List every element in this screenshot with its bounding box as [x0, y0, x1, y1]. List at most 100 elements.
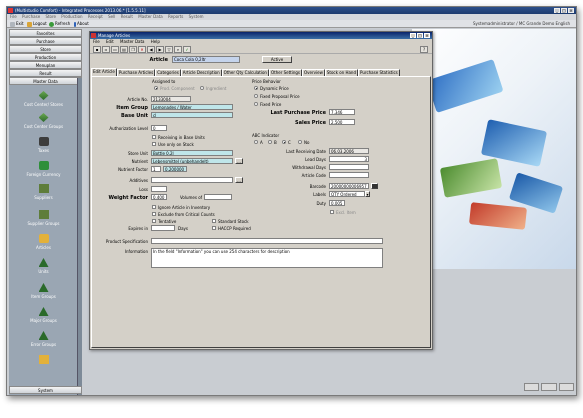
- sidebar-header-purchase[interactable]: Purchase: [9, 37, 82, 45]
- barcode-field[interactable]: 20000000006957: [329, 183, 369, 189]
- ignore-inventory-checkbox[interactable]: [152, 205, 156, 209]
- duty-field[interactable]: 0.005: [329, 200, 345, 206]
- abc-no-radio[interactable]: [298, 140, 302, 144]
- child-minimize-button[interactable]: _: [410, 33, 416, 38]
- loss-field[interactable]: [151, 186, 167, 192]
- taskbar-slot[interactable]: [541, 383, 557, 391]
- item-group-field[interactable]: Lemonades / Water: [151, 104, 233, 110]
- base-unit-field[interactable]: cl: [151, 112, 233, 118]
- filter-icon[interactable]: ▽: [165, 45, 173, 53]
- active-button[interactable]: Active: [262, 56, 292, 63]
- sidebar-scrollbar[interactable]: [77, 78, 82, 395]
- sidebar-header-result[interactable]: Result: [9, 69, 82, 77]
- volumes-field[interactable]: [204, 194, 232, 200]
- ingredient-radio[interactable]: [200, 86, 204, 90]
- sidebar-item-suppliers[interactable]: Suppliers: [9, 184, 78, 200]
- expires-in-field[interactable]: [151, 225, 175, 231]
- sidebar-item-item-groups[interactable]: Item Groups: [9, 283, 78, 299]
- abc-c-radio[interactable]: [282, 140, 286, 144]
- close-button[interactable]: ×: [568, 8, 574, 13]
- use-only-on-stock-checkbox[interactable]: [152, 142, 156, 146]
- delete-icon[interactable]: ✕: [138, 45, 146, 53]
- additives-lookup-button[interactable]: …: [235, 177, 243, 183]
- last-receiving-field[interactable]: 06.03.2006: [329, 148, 369, 154]
- tab-categories[interactable]: Categories: [155, 69, 181, 76]
- sidebar-header-system[interactable]: System: [9, 386, 82, 394]
- tab-edit-article[interactable]: Edit Article: [91, 68, 117, 76]
- tab-purchase-articles[interactable]: Purchase Articles: [116, 69, 156, 76]
- article-no-field[interactable]: 2133004: [151, 96, 191, 102]
- child-menu-master-data[interactable]: Master Data: [120, 39, 144, 44]
- menu-result[interactable]: Result: [121, 14, 133, 19]
- sidebar-item-foreign-currency[interactable]: Foreign Currency: [9, 161, 78, 177]
- child-maximize-button[interactable]: □: [417, 33, 423, 38]
- tab-purchase-statistics[interactable]: Purchase Statistics: [358, 69, 400, 76]
- last-record-icon[interactable]: ▶: [156, 45, 164, 53]
- abc-b-radio[interactable]: [268, 140, 272, 144]
- excl-item-checkbox[interactable]: [330, 210, 334, 214]
- sidebar-item-supplier-groups[interactable]: Supplier Groups: [9, 210, 78, 226]
- open-icon[interactable]: ▭: [111, 45, 119, 53]
- nutrient-lookup-button[interactable]: …: [235, 158, 243, 164]
- sidebar-item-error-groups[interactable]: Error Groups: [9, 331, 78, 347]
- sidebar-item-articles[interactable]: Articles: [9, 234, 78, 250]
- labels-select[interactable]: QTY Ordered: [329, 191, 365, 197]
- sidebar-header-store[interactable]: Store: [9, 45, 82, 53]
- tab-other-qty-calculation[interactable]: Other Qty Calculation: [221, 69, 269, 76]
- tab-other-settings[interactable]: Other Settings: [268, 69, 303, 76]
- sidebar-header-production[interactable]: Production: [9, 53, 82, 61]
- search-icon[interactable]: ⌕: [174, 45, 182, 53]
- dynamic-price-radio[interactable]: [254, 86, 258, 90]
- sidebar-item-cost-center[interactable]: Cost Center/ Stores: [9, 91, 78, 107]
- receiving-in-base-checkbox[interactable]: [152, 135, 156, 139]
- menu-store[interactable]: Store: [45, 14, 56, 19]
- menu-production[interactable]: Production: [61, 14, 82, 19]
- taskbar-slot[interactable]: [524, 383, 540, 391]
- withdrawal-days-field[interactable]: [329, 164, 369, 170]
- store-unit-field[interactable]: Bottle 0,2l: [151, 150, 233, 156]
- haccp-checkbox[interactable]: [212, 226, 216, 230]
- menu-file[interactable]: File: [10, 14, 17, 19]
- child-close-button[interactable]: ×: [424, 33, 430, 38]
- last-purchase-field[interactable]: 7,346: [329, 109, 355, 115]
- sidebar-item-taxes[interactable]: Taxes: [9, 137, 78, 153]
- prod-component-radio[interactable]: [154, 86, 158, 90]
- product-spec-field[interactable]: [151, 238, 383, 244]
- menu-reports[interactable]: Reports: [168, 14, 183, 19]
- first-record-icon[interactable]: ◀: [147, 45, 155, 53]
- menu-receipt[interactable]: Receipt: [88, 14, 103, 19]
- sidebar-item-units[interactable]: Units: [9, 258, 78, 274]
- tab-overview[interactable]: Overview: [302, 69, 325, 76]
- exclude-critical-checkbox[interactable]: [152, 212, 156, 216]
- nutrient-field[interactable]: Lebensmittel (unbehandelt): [151, 158, 233, 164]
- check-icon[interactable]: ✓: [183, 45, 191, 53]
- tab-article-description[interactable]: Article Description: [180, 69, 222, 76]
- lead-days-field[interactable]: 3: [329, 156, 369, 162]
- fixed-price-radio[interactable]: [254, 102, 258, 106]
- standard-stock-checkbox[interactable]: [212, 219, 216, 223]
- exit-button[interactable]: Exit: [10, 20, 24, 28]
- nutrient-factor-field-2[interactable]: 0,200000: [163, 166, 187, 172]
- nutrient-factor-field-1[interactable]: 1: [151, 166, 161, 172]
- sidebar-header-master-data[interactable]: Master Data: [9, 77, 82, 85]
- additives-field[interactable]: [151, 177, 233, 183]
- menu-system[interactable]: System: [189, 14, 204, 19]
- minimize-button[interactable]: _: [554, 8, 560, 13]
- child-menu-file[interactable]: File: [93, 39, 100, 44]
- article-code-field[interactable]: [329, 172, 369, 178]
- sidebar-item-major-groups[interactable]: Major Groups: [9, 307, 78, 323]
- refresh-button[interactable]: Refresh: [49, 20, 70, 28]
- print-icon[interactable]: ▤: [120, 45, 128, 53]
- abc-a-radio[interactable]: [254, 140, 258, 144]
- copy-icon[interactable]: ❐: [129, 45, 137, 53]
- chevron-down-icon[interactable]: ▾: [365, 191, 370, 197]
- child-menu-edit[interactable]: Edit: [106, 39, 114, 44]
- tentative-checkbox[interactable]: [152, 219, 156, 223]
- sales-price-field[interactable]: 2,500: [329, 119, 355, 125]
- sidebar-item-cost-center-groups[interactable]: Cost Center Groups: [9, 113, 78, 129]
- maximize-button[interactable]: □: [561, 8, 567, 13]
- sidebar-header-favorites[interactable]: Favorites: [9, 29, 82, 37]
- menu-purchase[interactable]: Purchase: [22, 14, 40, 19]
- information-field[interactable]: In the field "Information" you can use 2…: [151, 248, 383, 268]
- menu-sell[interactable]: Sell: [108, 14, 115, 19]
